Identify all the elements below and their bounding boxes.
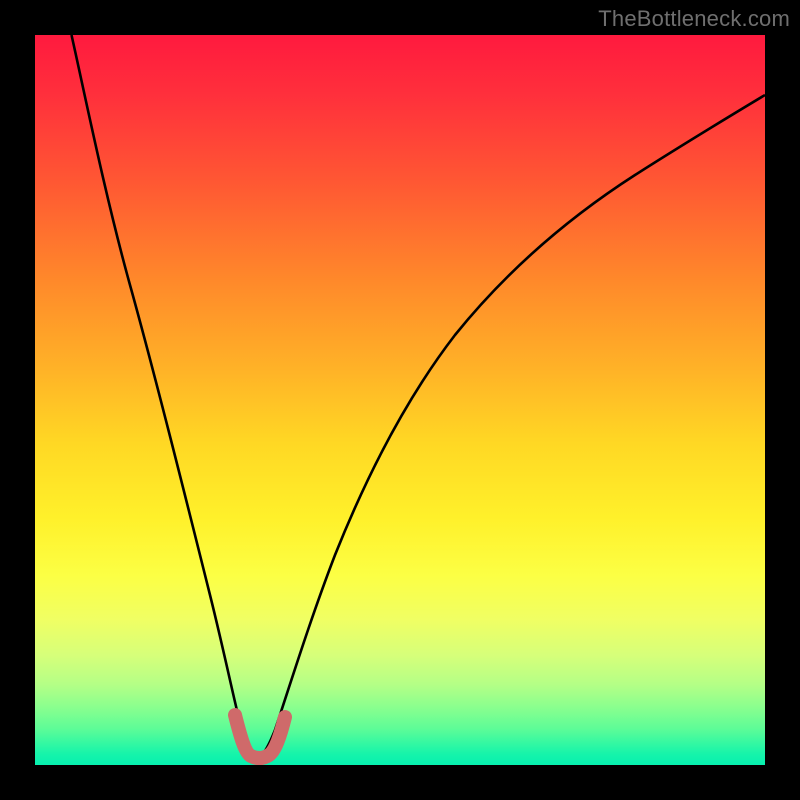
watermark-text: TheBottleneck.com bbox=[598, 6, 790, 32]
plot-area bbox=[35, 35, 765, 765]
chart-frame: TheBottleneck.com bbox=[0, 0, 800, 800]
bottleneck-curve bbox=[72, 35, 766, 757]
curve-layer bbox=[35, 35, 765, 765]
valley-highlight bbox=[235, 715, 285, 758]
